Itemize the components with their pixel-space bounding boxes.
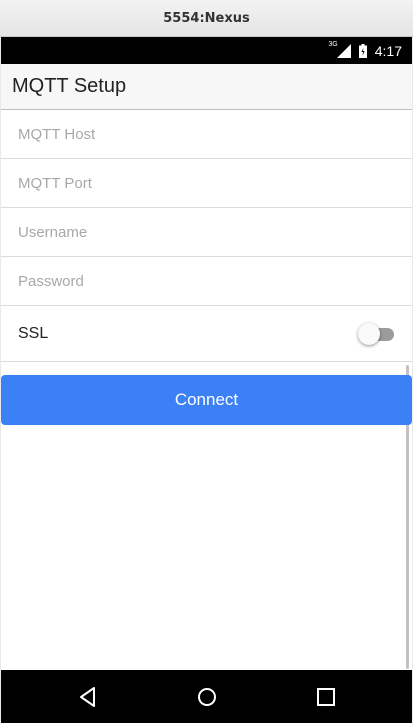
username-row xyxy=(1,208,412,257)
password-input[interactable] xyxy=(18,272,378,290)
mqtt-host-input[interactable] xyxy=(18,125,378,143)
username-input[interactable] xyxy=(18,223,378,241)
home-icon[interactable] xyxy=(194,684,220,710)
ssl-label: SSL xyxy=(18,324,49,342)
host-row xyxy=(1,110,412,159)
recents-icon[interactable] xyxy=(313,684,339,710)
password-row xyxy=(1,257,412,306)
battery-icon xyxy=(358,43,367,58)
app-title: MQTT Setup xyxy=(12,75,127,97)
mqtt-setup-form: SSL xyxy=(1,110,412,362)
ssl-toggle-thumb xyxy=(358,322,380,345)
signal-icon xyxy=(336,43,351,58)
ssl-row: SSL xyxy=(1,306,412,362)
connect-button-label: Connect xyxy=(174,390,239,409)
device-screen: 3G 4:17 MQTT Setup SSL xyxy=(1,37,412,723)
network-type-label: 3G xyxy=(328,41,338,48)
window-title: 5554:Nexus xyxy=(0,0,413,37)
connect-button[interactable]: Connect xyxy=(1,375,412,425)
status-time: 4:17 xyxy=(374,42,402,59)
port-row xyxy=(1,159,412,208)
back-icon[interactable] xyxy=(75,684,101,710)
status-bar: 3G 4:17 xyxy=(1,37,412,64)
app-bar: MQTT Setup xyxy=(1,64,412,110)
mqtt-port-input[interactable] xyxy=(18,174,378,192)
ssl-toggle[interactable] xyxy=(358,322,396,346)
navigation-bar xyxy=(1,670,412,723)
